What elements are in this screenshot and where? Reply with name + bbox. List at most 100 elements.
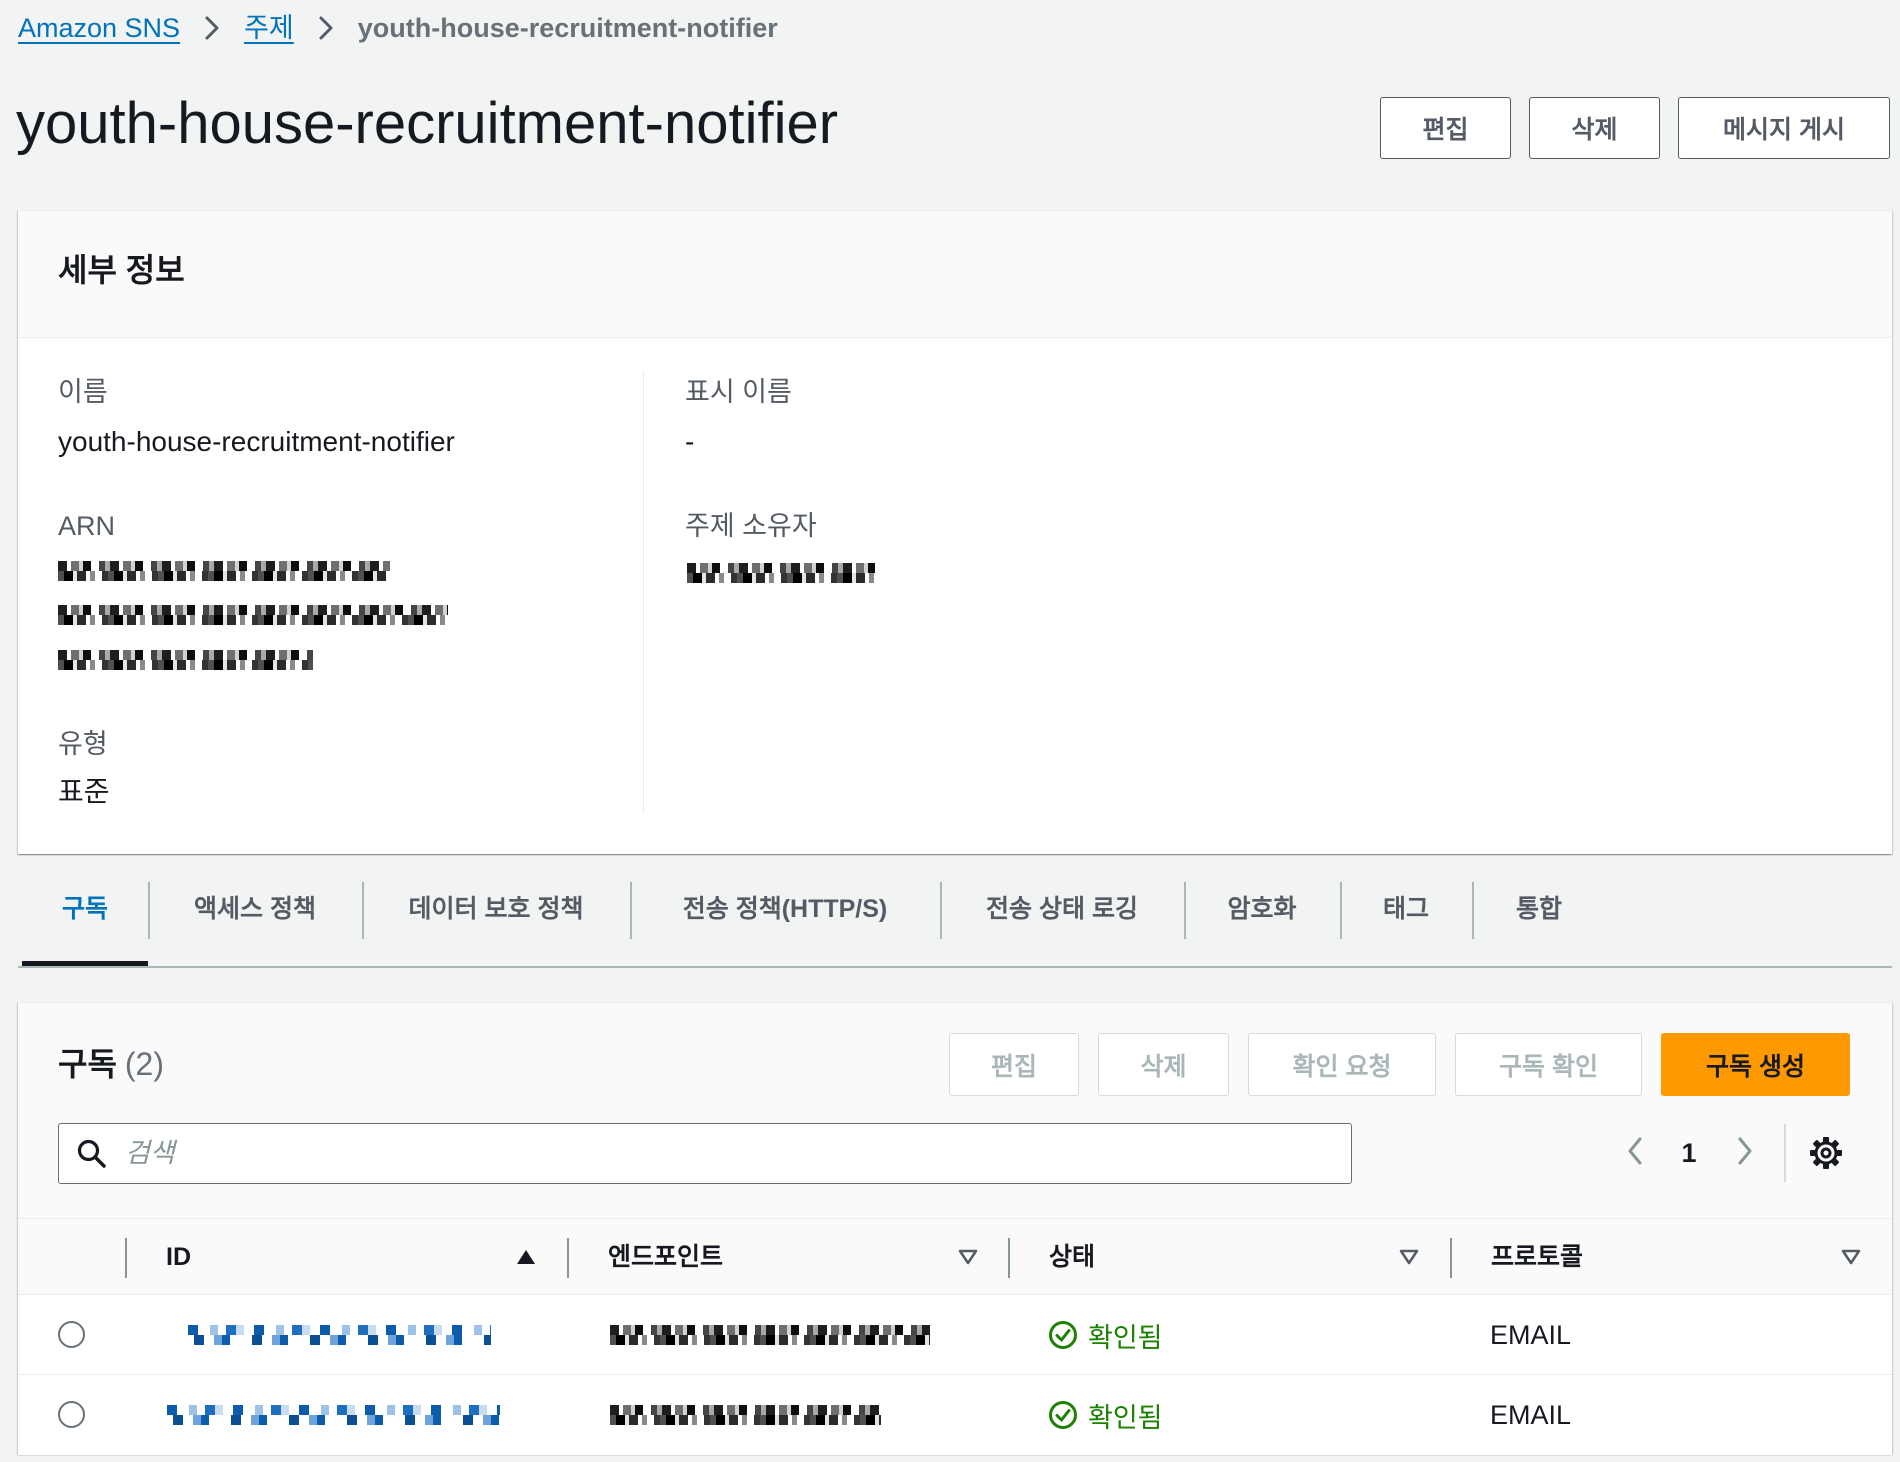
tab-subscriptions[interactable]: 구독 <box>22 870 148 966</box>
caret-down-outline-icon[interactable] <box>1841 1249 1861 1265</box>
caret-down-outline-icon[interactable] <box>1399 1249 1419 1265</box>
breadcrumb-link-topics[interactable]: 주제 <box>244 8 294 48</box>
name-value: youth-house-recruitment-notifier <box>58 426 455 457</box>
column-header-label: 엔드포인트 <box>608 1243 724 1271</box>
chevron-right-icon <box>316 15 336 41</box>
column-header-label: ID <box>166 1243 191 1271</box>
page-title: youth-house-recruitment-notifier <box>16 91 839 156</box>
tab-integrations[interactable]: 통합 <box>1472 870 1606 966</box>
protocol-cell: EMAIL <box>1450 1295 1892 1375</box>
status-text: 확인됨 <box>1088 1402 1163 1433</box>
status-text: 확인됨 <box>1088 1322 1163 1353</box>
caret-up-filled-icon[interactable] <box>516 1249 536 1265</box>
tab-delivery-status-logging[interactable]: 전송 상태 로깅 <box>940 870 1184 966</box>
tab-data-protection-policy[interactable]: 데이터 보호 정책 <box>362 870 630 966</box>
check-circle-icon <box>1049 1321 1077 1349</box>
tab-encryption[interactable]: 암호화 <box>1184 870 1340 966</box>
publish-message-button[interactable]: 메시지 게시 <box>1678 97 1890 159</box>
pagination-next-button[interactable] <box>1729 1135 1761 1171</box>
tab-label: 액세스 정책 <box>194 895 316 923</box>
tab-access-policy[interactable]: 액세스 정책 <box>148 870 362 966</box>
column-header-status[interactable]: 상태 <box>1008 1219 1450 1296</box>
column-header-label: 상태 <box>1049 1243 1096 1271</box>
arn-value-redacted <box>58 605 448 625</box>
tab-bar: 구독 액세스 정책 데이터 보호 정책 전송 정책(HTTP/S) 전송 상태 … <box>0 870 1900 968</box>
tab-divider <box>148 882 150 939</box>
arn-value-redacted <box>58 561 390 581</box>
delete-subscription-button[interactable]: 삭제 <box>1098 1033 1229 1096</box>
endpoint-value-redacted <box>610 1405 881 1425</box>
search-icon <box>76 1138 107 1169</box>
pagination-current-page[interactable]: 1 <box>1674 1135 1704 1171</box>
caret-down-outline-icon[interactable] <box>958 1249 978 1265</box>
type-value: 표준 <box>58 776 110 807</box>
tab-tags[interactable]: 태그 <box>1340 870 1472 966</box>
gear-icon[interactable] <box>1808 1135 1844 1171</box>
protocol-text: EMAIL <box>1490 1400 1572 1430</box>
tab-delivery-policy[interactable]: 전송 정책(HTTP/S) <box>630 870 940 966</box>
tab-label: 태그 <box>1382 895 1429 923</box>
chevron-left-icon <box>1625 1135 1645 1172</box>
status-badge: 확인됨 <box>1048 1317 1163 1353</box>
breadcrumb-current: youth-house-recruitment-notifier <box>357 13 778 43</box>
subscriptions-title: 구독 (2) <box>58 1044 164 1084</box>
endpoint-cell <box>567 1295 1008 1375</box>
tab-label: 통합 <box>1515 895 1562 923</box>
table-row[interactable]: 확인됨 EMAIL <box>18 1295 1892 1375</box>
breadcrumb-link-amazon-sns[interactable]: Amazon SNS <box>18 8 180 48</box>
row-select-radio[interactable] <box>58 1401 85 1428</box>
chevron-right-icon <box>1735 1135 1755 1172</box>
breadcrumb: Amazon SNS 주제 youth-house-recruitment-no… <box>18 8 778 48</box>
display-name-label: 표시 이름 <box>685 377 792 407</box>
header-actions: 편집 삭제 메시지 게시 <box>1380 97 1890 159</box>
table-header: ID 엔드포인트 상태 프로토콜 <box>18 1218 1892 1295</box>
column-header-label: 프로토콜 <box>1491 1243 1584 1271</box>
display-name-value: - <box>685 426 695 457</box>
confirm-subscription-button[interactable]: 구독 확인 <box>1455 1033 1642 1096</box>
endpoint-cell <box>567 1375 1008 1455</box>
pagination-divider <box>1784 1124 1786 1182</box>
owner-label: 주제 소유자 <box>685 511 817 541</box>
subscription-id-link[interactable] <box>167 1405 500 1425</box>
owner-value-redacted <box>687 563 875 583</box>
tab-divider <box>630 882 632 939</box>
subscriptions-table: ID 엔드포인트 상태 프로토콜 확인됨 EMAIL 확인됨 EMAIL <box>18 1218 1892 1455</box>
subscriptions-panel: 구독(2) 편집 삭제 확인 요청 구독 확인 구독 생성 1 <box>18 1002 1892 1455</box>
tab-divider <box>362 882 364 939</box>
tab-bar-underline <box>18 966 1892 968</box>
tab-divider <box>940 882 942 939</box>
table-row[interactable]: 확인됨 EMAIL <box>18 1375 1892 1455</box>
protocol-text: EMAIL <box>1490 1320 1572 1350</box>
status-cell: 확인됨 <box>1008 1295 1450 1375</box>
delete-topic-button[interactable]: 삭제 <box>1529 97 1660 159</box>
status-badge: 확인됨 <box>1048 1397 1163 1433</box>
tab-label: 전송 상태 로깅 <box>986 895 1138 923</box>
subscriptions-actions: 편집 삭제 확인 요청 구독 확인 구독 생성 <box>949 1033 1850 1096</box>
tab-divider <box>1472 882 1474 939</box>
chevron-right-icon <box>202 15 222 41</box>
search-field[interactable] <box>58 1123 1352 1184</box>
search-input[interactable] <box>125 1132 1325 1174</box>
details-header: 세부 정보 <box>18 211 1892 338</box>
tab-label: 구독 <box>61 895 108 923</box>
edit-topic-button[interactable]: 편집 <box>1380 97 1511 159</box>
id-cell <box>125 1295 567 1375</box>
row-select-radio[interactable] <box>58 1321 85 1348</box>
column-divider <box>643 371 644 813</box>
tab-divider <box>1184 882 1186 939</box>
tab-label: 암호화 <box>1227 895 1297 923</box>
check-circle-icon <box>1049 1401 1077 1429</box>
column-header-endpoint[interactable]: 엔드포인트 <box>567 1219 1008 1296</box>
protocol-cell: EMAIL <box>1450 1375 1892 1455</box>
create-subscription-button[interactable]: 구독 생성 <box>1661 1033 1850 1096</box>
details-title: 세부 정보 <box>58 252 185 288</box>
request-confirmation-button[interactable]: 확인 요청 <box>1248 1033 1436 1096</box>
edit-subscription-button[interactable]: 편집 <box>949 1033 1079 1096</box>
page: Amazon SNS 주제 youth-house-recruitment-no… <box>0 0 1900 1462</box>
column-header-id[interactable]: ID <box>125 1219 567 1296</box>
column-header-protocol[interactable]: 프로토콜 <box>1450 1219 1892 1296</box>
pagination-prev-button[interactable] <box>1619 1135 1651 1171</box>
arn-value-redacted <box>58 650 313 670</box>
id-cell <box>125 1375 567 1455</box>
subscription-id-link[interactable] <box>188 1325 491 1345</box>
